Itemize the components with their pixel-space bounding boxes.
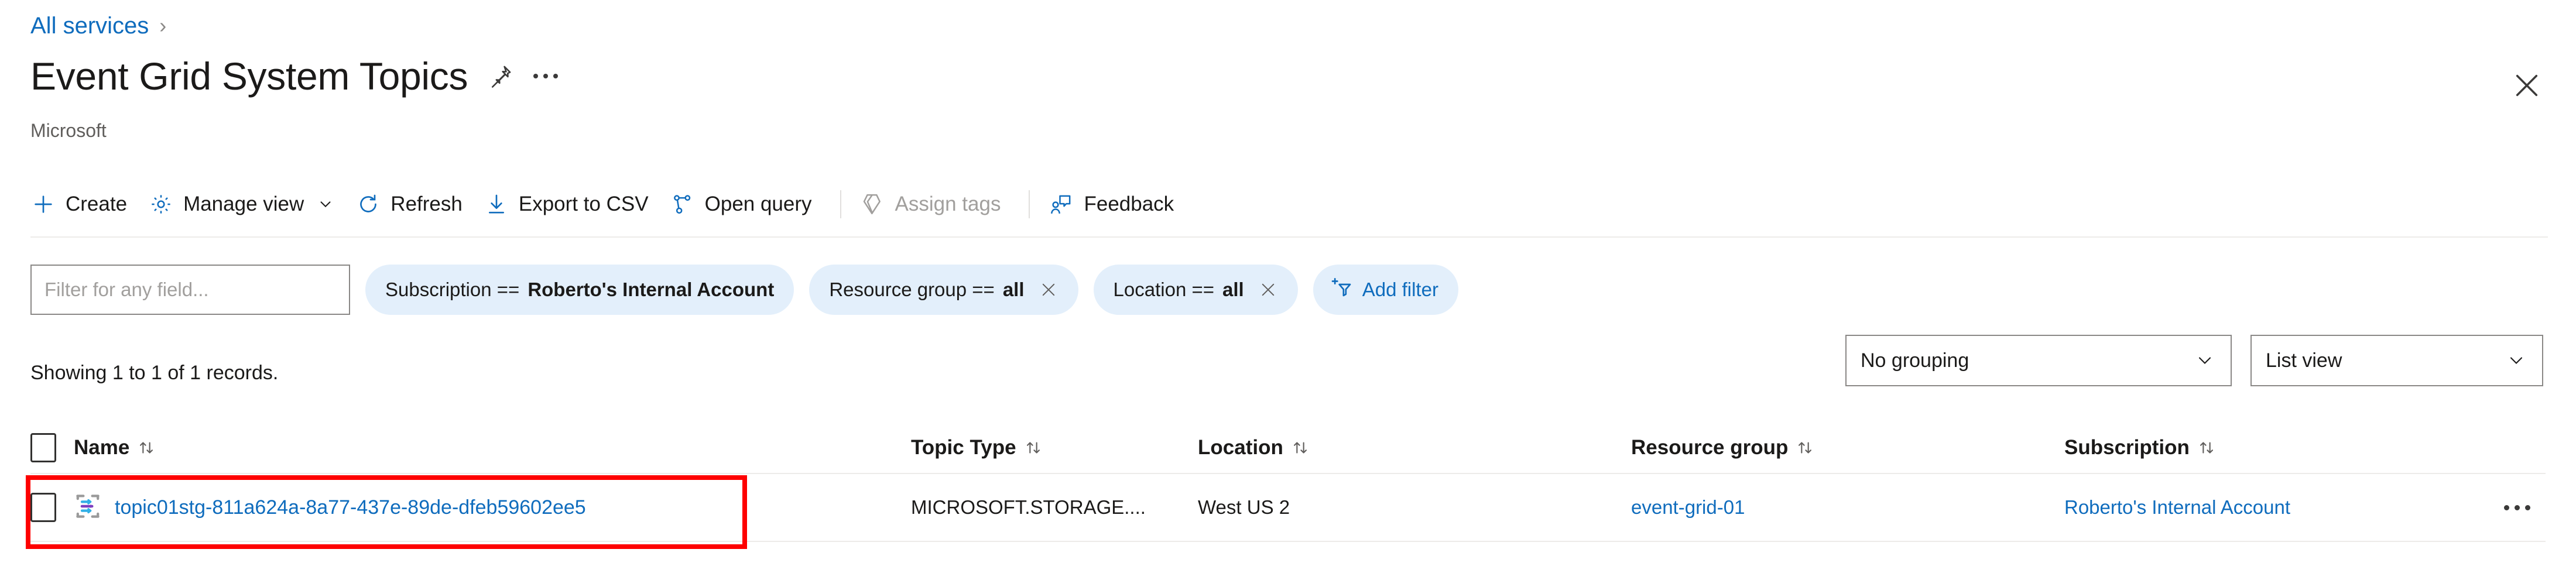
- query-icon: [670, 191, 696, 217]
- table-header-row: Name Topic Type Location: [30, 423, 2546, 473]
- chevron-down-icon: [2194, 350, 2215, 371]
- row-checkbox[interactable]: [30, 493, 56, 522]
- table-row[interactable]: topic01stg-811a624a-8a77-437e-89de-dfeb5…: [30, 473, 2546, 542]
- filter-pill-location[interactable]: Location == all: [1094, 265, 1298, 315]
- filter-pill-subscription-key: Subscription ==: [385, 279, 519, 301]
- grouping-select[interactable]: No grouping: [1845, 335, 2232, 386]
- refresh-button[interactable]: Refresh: [350, 181, 478, 227]
- grouping-select-value: No grouping: [1861, 349, 1969, 372]
- column-header-name[interactable]: Name: [74, 436, 911, 459]
- sort-arrows-icon: [136, 438, 156, 458]
- assign-tags-label: Assign tags: [895, 193, 1001, 216]
- column-header-resource-group[interactable]: Resource group: [1631, 436, 2064, 459]
- sort-arrows-icon: [2197, 438, 2217, 458]
- breadcrumb-all-services[interactable]: All services: [30, 14, 149, 37]
- export-to-csv-button[interactable]: Export to CSV: [478, 181, 664, 227]
- column-header-subscription[interactable]: Subscription: [2064, 436, 2474, 459]
- column-header-name-label: Name: [74, 436, 129, 459]
- open-query-label: Open query: [705, 193, 812, 216]
- pin-icon[interactable]: [488, 63, 513, 89]
- refresh-label: Refresh: [390, 193, 463, 216]
- filter-pill-subscription[interactable]: Subscription == Roberto's Internal Accou…: [365, 265, 794, 315]
- filter-row: Subscription == Roberto's Internal Accou…: [30, 265, 1458, 315]
- command-bar-divider: [30, 236, 2548, 238]
- column-header-topic-type-label: Topic Type: [911, 436, 1016, 459]
- page-title: Event Grid System Topics: [30, 54, 468, 98]
- view-select-value: List view: [2266, 349, 2342, 372]
- row-location: West US 2: [1198, 496, 1631, 519]
- select-all-checkbox-cell: [30, 433, 74, 462]
- remove-filter-resource-group-icon[interactable]: [1039, 280, 1059, 300]
- row-actions-cell: [2474, 505, 2546, 510]
- chevron-down-icon: [2506, 350, 2527, 371]
- select-all-checkbox[interactable]: [30, 433, 56, 462]
- refresh-icon: [355, 191, 381, 217]
- add-filter-button[interactable]: Add filter: [1313, 265, 1458, 315]
- sort-arrows-icon: [1795, 438, 1815, 458]
- ellipsis-dots: [533, 74, 558, 78]
- sort-arrows-icon: [1023, 438, 1043, 458]
- column-header-topic-type[interactable]: Topic Type: [911, 436, 1198, 459]
- event-grid-system-topics-page: All services › Event Grid System Topics …: [0, 0, 2576, 580]
- manage-view-label: Manage view: [183, 193, 304, 216]
- create-button[interactable]: Create: [30, 181, 142, 227]
- column-header-location[interactable]: Location: [1198, 436, 1631, 459]
- filter-pill-resource-group[interactable]: Resource group == all: [809, 265, 1078, 315]
- ellipsis-icon[interactable]: [533, 74, 558, 78]
- command-bar-separator: [840, 190, 841, 218]
- command-bar: Create Manage view Refresh: [30, 181, 1189, 227]
- page-subtitle: Microsoft: [30, 120, 107, 142]
- create-label: Create: [66, 193, 127, 216]
- row-name-cell: topic01stg-811a624a-8a77-437e-89de-dfeb5…: [74, 492, 911, 523]
- chevron-down-icon: [317, 195, 334, 213]
- column-header-location-label: Location: [1198, 436, 1283, 459]
- add-filter-label: Add filter: [1362, 279, 1438, 301]
- filter-pill-resource-group-key: Resource group ==: [829, 279, 995, 301]
- remove-filter-location-icon[interactable]: [1258, 280, 1278, 300]
- column-header-subscription-label: Subscription: [2064, 436, 2190, 459]
- search-input[interactable]: [30, 265, 350, 315]
- plus-icon: [30, 191, 56, 217]
- close-icon[interactable]: [2510, 69, 2543, 102]
- feedback-icon: [1049, 191, 1074, 217]
- row-subscription-link[interactable]: Roberto's Internal Account: [2064, 496, 2474, 519]
- open-query-button[interactable]: Open query: [664, 181, 827, 227]
- column-header-resource-group-label: Resource group: [1631, 436, 1788, 459]
- filter-pill-location-key: Location ==: [1114, 279, 1214, 301]
- breadcrumb-separator-icon: ›: [159, 15, 166, 36]
- assign-tags-button[interactable]: Assign tags: [854, 181, 1016, 227]
- page-title-row: Event Grid System Topics: [30, 54, 558, 98]
- row-ellipsis-icon[interactable]: [2504, 505, 2530, 510]
- row-resource-group-link[interactable]: event-grid-01: [1631, 496, 2064, 519]
- resources-table: Name Topic Type Location: [30, 423, 2546, 542]
- topic-name-link[interactable]: topic01stg-811a624a-8a77-437e-89de-dfeb5…: [115, 496, 586, 519]
- results-summary: Showing 1 to 1 of 1 records.: [30, 362, 278, 385]
- tag-icon: [860, 191, 886, 217]
- manage-view-button[interactable]: Manage view: [142, 181, 350, 227]
- add-filter-icon: [1330, 276, 1353, 304]
- command-bar-separator-2: [1029, 190, 1030, 218]
- row-topic-type: MICROSOFT.STORAGE....: [911, 496, 1198, 519]
- sort-arrows-icon: [1290, 438, 1310, 458]
- view-selectors: No grouping List view: [1845, 335, 2543, 386]
- feedback-button[interactable]: Feedback: [1043, 181, 1189, 227]
- feedback-label: Feedback: [1084, 193, 1174, 216]
- filter-pill-resource-group-value: all: [1003, 279, 1025, 301]
- gear-icon: [148, 191, 174, 217]
- export-to-csv-label: Export to CSV: [519, 193, 649, 216]
- download-icon: [484, 191, 509, 217]
- breadcrumb: All services ›: [30, 14, 166, 37]
- filter-pill-subscription-value: Roberto's Internal Account: [527, 279, 774, 301]
- view-select[interactable]: List view: [2250, 335, 2543, 386]
- event-grid-topic-icon: [74, 492, 102, 523]
- row-checkbox-cell: [30, 493, 74, 522]
- filter-pill-location-value: all: [1222, 279, 1244, 301]
